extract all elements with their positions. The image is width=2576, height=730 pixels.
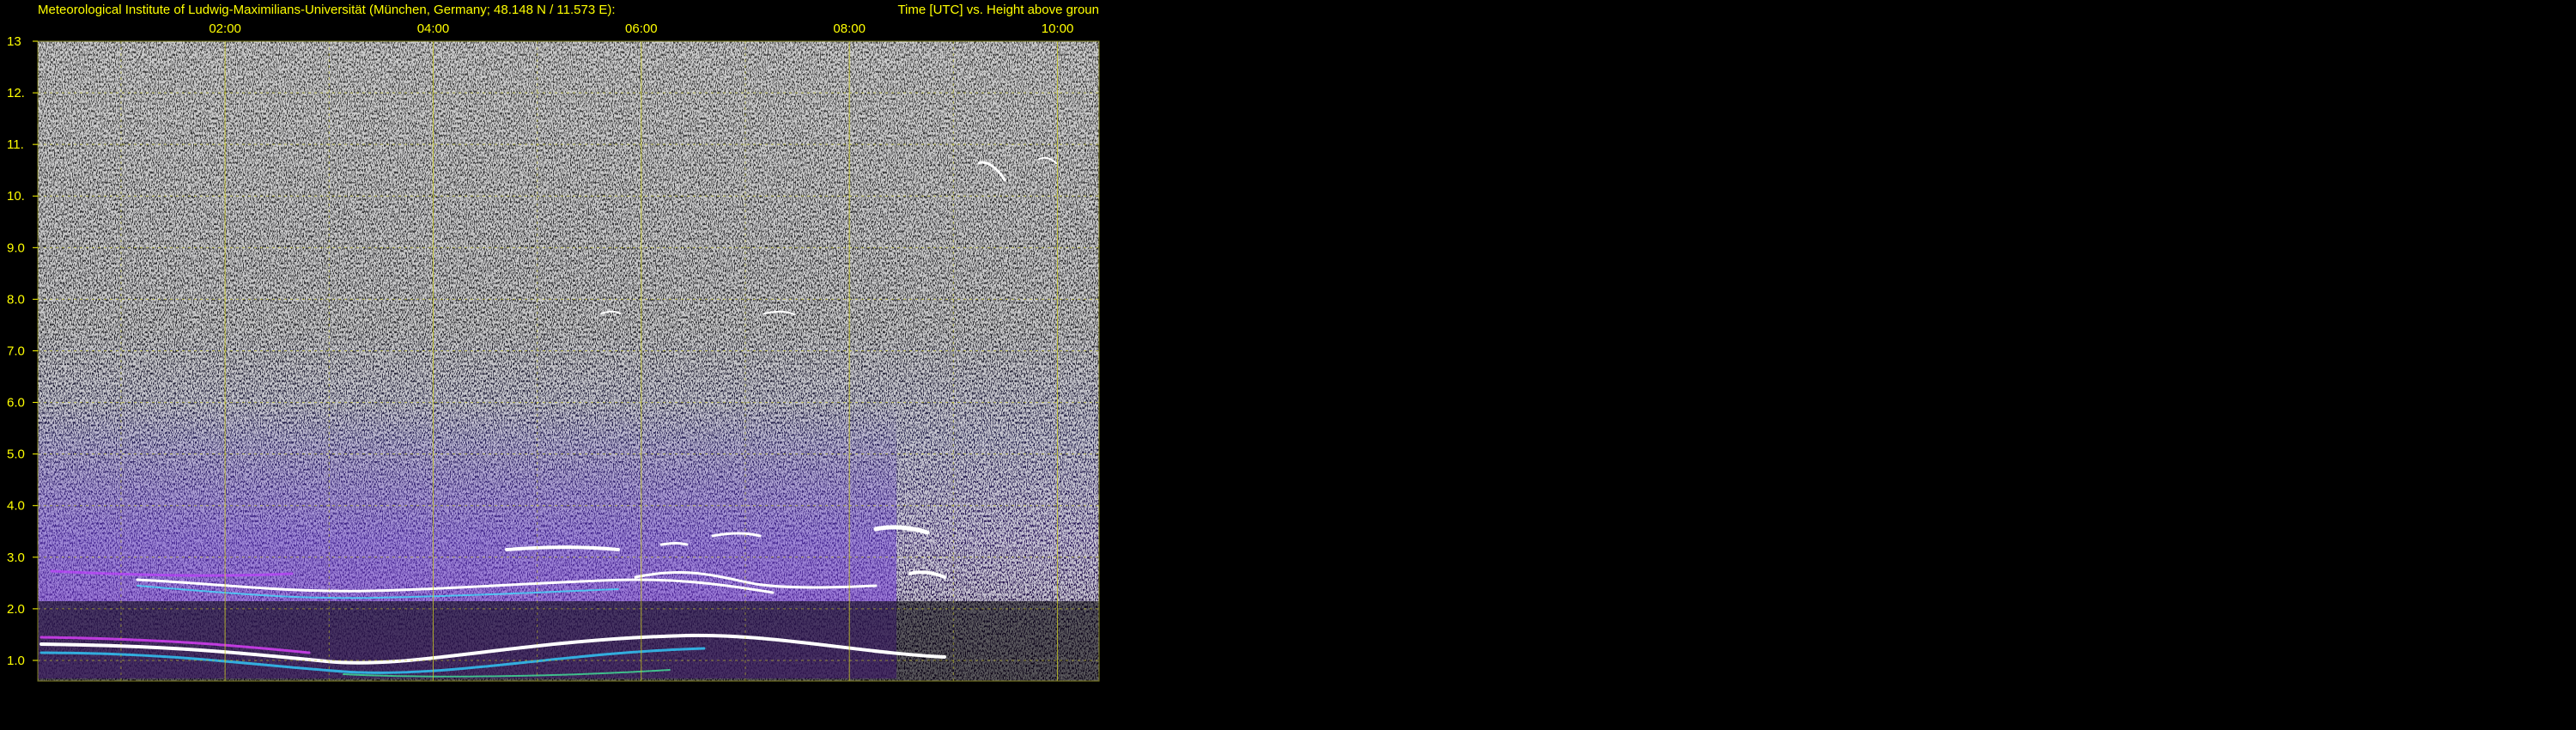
y-tick-label: 3.0 bbox=[7, 551, 25, 565]
y-tick-label: 8.0 bbox=[7, 292, 25, 307]
x-tick-label: 10:00 bbox=[1042, 21, 1074, 36]
chart-title-right: Time [UTC] vs. Height above groun bbox=[897, 3, 1099, 17]
y-tick-label: 2.0 bbox=[7, 602, 25, 617]
x-tick-label: 08:00 bbox=[833, 21, 866, 36]
plot-area bbox=[38, 41, 1099, 681]
y-tick-label: 4.0 bbox=[7, 499, 25, 514]
y-tick-label: 12. bbox=[7, 86, 25, 100]
y-tick-label: 10. bbox=[7, 189, 25, 204]
y-tick-label: 11. bbox=[7, 137, 24, 152]
y-tick-label: 13 bbox=[7, 34, 21, 49]
y-tick-label: 6.0 bbox=[7, 396, 25, 411]
y-axis-ticks: 1.0 2.0 3.0 4.0 5.0 6.0 7.0 8.0 9.0 10. 11. 12. 13 bbox=[7, 34, 38, 668]
x-tick-label: 02:00 bbox=[209, 21, 241, 36]
y-tick-label: 7.0 bbox=[7, 344, 25, 358]
x-tick-label: 04:00 bbox=[417, 21, 450, 36]
x-tick-label: 06:00 bbox=[625, 21, 658, 36]
lidar-backscatter-chart: Meteorological Institute of Ludwig-Maxim… bbox=[7, 3, 1100, 682]
y-tick-label: 1.0 bbox=[7, 654, 25, 668]
x-axis-ticks: 02:00 04:00 06:00 08:00 10:00 bbox=[209, 21, 1073, 36]
y-tick-label: 5.0 bbox=[7, 447, 25, 462]
y-tick-label: 9.0 bbox=[7, 240, 25, 255]
chart-title-left: Meteorological Institute of Ludwig-Maxim… bbox=[38, 3, 616, 17]
